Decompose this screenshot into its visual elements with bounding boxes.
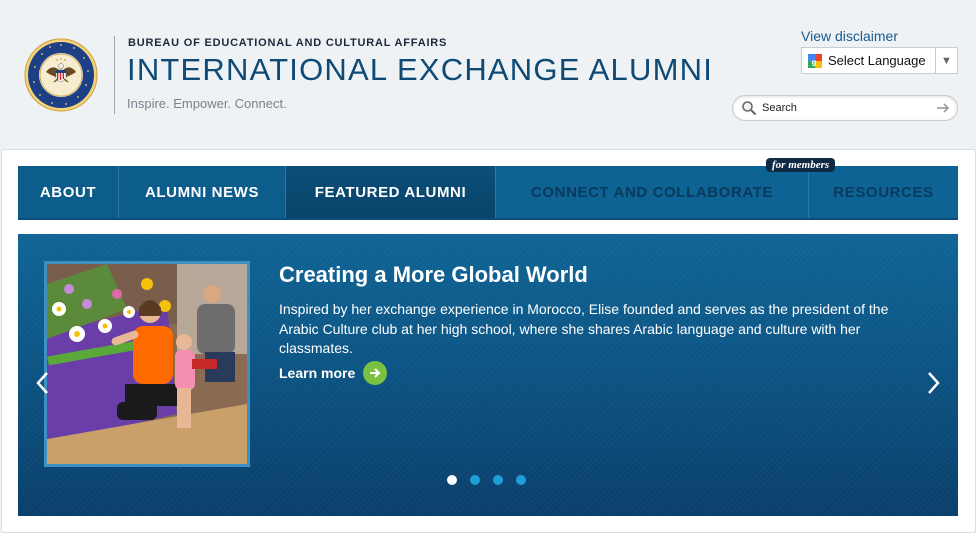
nav-alumni-news[interactable]: ALUMNI NEWS [119, 166, 286, 218]
learn-more-label: Learn more [279, 365, 356, 381]
language-select[interactable]: g Select Language ▼ [801, 47, 958, 74]
chevron-down-icon[interactable]: ▼ [935, 48, 957, 73]
department-of-state-seal-icon[interactable] [24, 38, 98, 112]
site-title[interactable]: INTERNATIONAL EXCHANGE ALUMNI [127, 52, 713, 88]
nav-connect-and-collaborate[interactable]: CONNECT AND COLLABORATE [496, 166, 809, 218]
search-submit-arrow-icon[interactable] [935, 100, 951, 116]
photo-illustration [47, 264, 247, 464]
site-tagline: Inspire. Empower. Connect. [127, 96, 287, 111]
google-translate-icon: g [808, 53, 822, 68]
bureau-name: BUREAU OF EDUCATIONAL AND CULTURAL AFFAI… [128, 37, 448, 49]
main-nav: ABOUT ALUMNI NEWS FEATURED ALUMNI CONNEC… [18, 166, 958, 220]
featured-alumni-photo[interactable] [44, 261, 250, 467]
search-icon [742, 101, 756, 115]
carousel-pagination [447, 475, 526, 485]
view-disclaimer-link[interactable]: View disclaimer [801, 28, 898, 44]
search-input[interactable] [762, 102, 935, 114]
hero-title[interactable]: Creating a More Global World [279, 262, 588, 288]
for-members-badge: for members [766, 158, 836, 172]
carousel-next-chevron-icon[interactable] [925, 371, 941, 395]
carousel-dot[interactable] [493, 475, 503, 485]
svg-text:g: g [812, 58, 817, 66]
nav-featured-alumni[interactable]: FEATURED ALUMNI [286, 166, 496, 218]
featured-carousel: Creating a More Global World Inspired by… [18, 234, 958, 516]
hero-description: Inspired by her exchange experience in M… [279, 301, 889, 356]
carousel-dot[interactable] [470, 475, 480, 485]
carousel-dot[interactable] [516, 475, 526, 485]
learn-more-link[interactable]: Learn more [279, 361, 388, 385]
header-divider [114, 36, 115, 114]
site-header: BUREAU OF EDUCATIONAL AND CULTURAL AFFAI… [0, 0, 976, 150]
search-box[interactable] [732, 95, 958, 121]
arrow-right-icon[interactable] [363, 361, 388, 385]
nav-resources[interactable]: RESOURCES [809, 166, 958, 218]
nav-about[interactable]: ABOUT [18, 166, 119, 218]
carousel-prev-chevron-icon[interactable] [35, 371, 51, 395]
carousel-dot[interactable] [447, 475, 457, 485]
language-select-label: Select Language [828, 53, 926, 68]
